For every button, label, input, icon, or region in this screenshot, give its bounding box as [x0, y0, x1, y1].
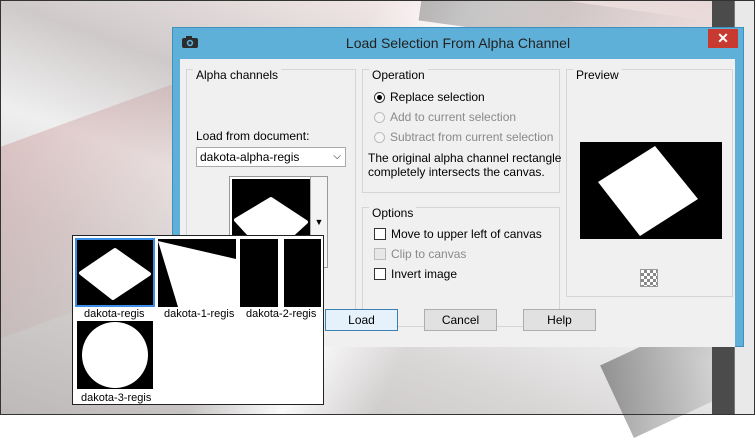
alpha-channels-label: Alpha channels	[193, 68, 282, 82]
document-select-value: dakota-alpha-regis	[200, 150, 300, 164]
channel-tile-label: dakota-regis	[84, 308, 145, 320]
tile-shape	[82, 322, 148, 388]
preview-group: Preview	[566, 68, 733, 297]
channel-tile-label: dakota-2-regis	[246, 308, 317, 320]
dialog-title: Load Selection From Alpha Channel	[345, 35, 571, 51]
channel-tile-dakota-regis[interactable]	[77, 240, 153, 305]
channel-tile-dakota-2-regis-part[interactable]	[284, 239, 321, 307]
add-to-selection-radio[interactable]	[374, 112, 385, 123]
preview-shape	[598, 146, 698, 236]
invert-image-label[interactable]: Invert image	[391, 267, 457, 281]
channel-tile-dakota-1-regis[interactable]	[158, 239, 236, 307]
tile-shape	[79, 248, 151, 300]
subtract-selection-label[interactable]: Subtract from current selection	[390, 130, 553, 144]
cancel-button[interactable]: Cancel	[424, 309, 497, 331]
operation-info-line1: The original alpha channel rectangle	[368, 151, 562, 165]
replace-selection-label[interactable]: Replace selection	[390, 90, 485, 104]
checkerboard-icon[interactable]	[640, 269, 658, 287]
close-button[interactable]: ✕	[708, 29, 738, 48]
document-select[interactable]: dakota-alpha-regis ⌵	[196, 147, 346, 167]
channel-tile-dakota-2-regis[interactable]	[240, 239, 278, 307]
clip-to-canvas-label[interactable]: Clip to canvas	[391, 247, 466, 261]
operation-label: Operation	[369, 68, 428, 82]
move-to-upper-left-label[interactable]: Move to upper left of canvas	[391, 227, 542, 241]
preview-image	[580, 142, 722, 239]
channel-tile-label: dakota-3-regis	[81, 392, 152, 404]
operation-info-line2: completely intersects the canvas.	[368, 165, 545, 179]
title-bar[interactable]: Load Selection From Alpha Channel ✕	[173, 28, 743, 58]
channel-tile-dakota-3-regis[interactable]	[77, 321, 153, 389]
invert-image-checkbox[interactable]	[374, 268, 386, 280]
tile-shape	[158, 241, 236, 307]
clip-to-canvas-checkbox[interactable]	[374, 248, 386, 260]
replace-selection-radio[interactable]	[374, 92, 385, 103]
add-to-selection-label[interactable]: Add to current selection	[390, 110, 516, 124]
chevron-down-icon: ⌵	[333, 151, 341, 162]
load-from-document-label: Load from document:	[196, 129, 310, 143]
options-label: Options	[369, 206, 417, 220]
move-to-upper-left-checkbox[interactable]	[374, 228, 386, 240]
subtract-selection-radio[interactable]	[374, 132, 385, 143]
channel-tile-label: dakota-1-regis	[164, 308, 235, 320]
load-button[interactable]: Load	[325, 309, 398, 331]
help-button[interactable]: Help	[523, 309, 596, 331]
channel-thumbnail-popup: dakota-regis dakota-1-regis dakota-2-reg…	[72, 235, 324, 405]
preview-label: Preview	[573, 68, 622, 82]
